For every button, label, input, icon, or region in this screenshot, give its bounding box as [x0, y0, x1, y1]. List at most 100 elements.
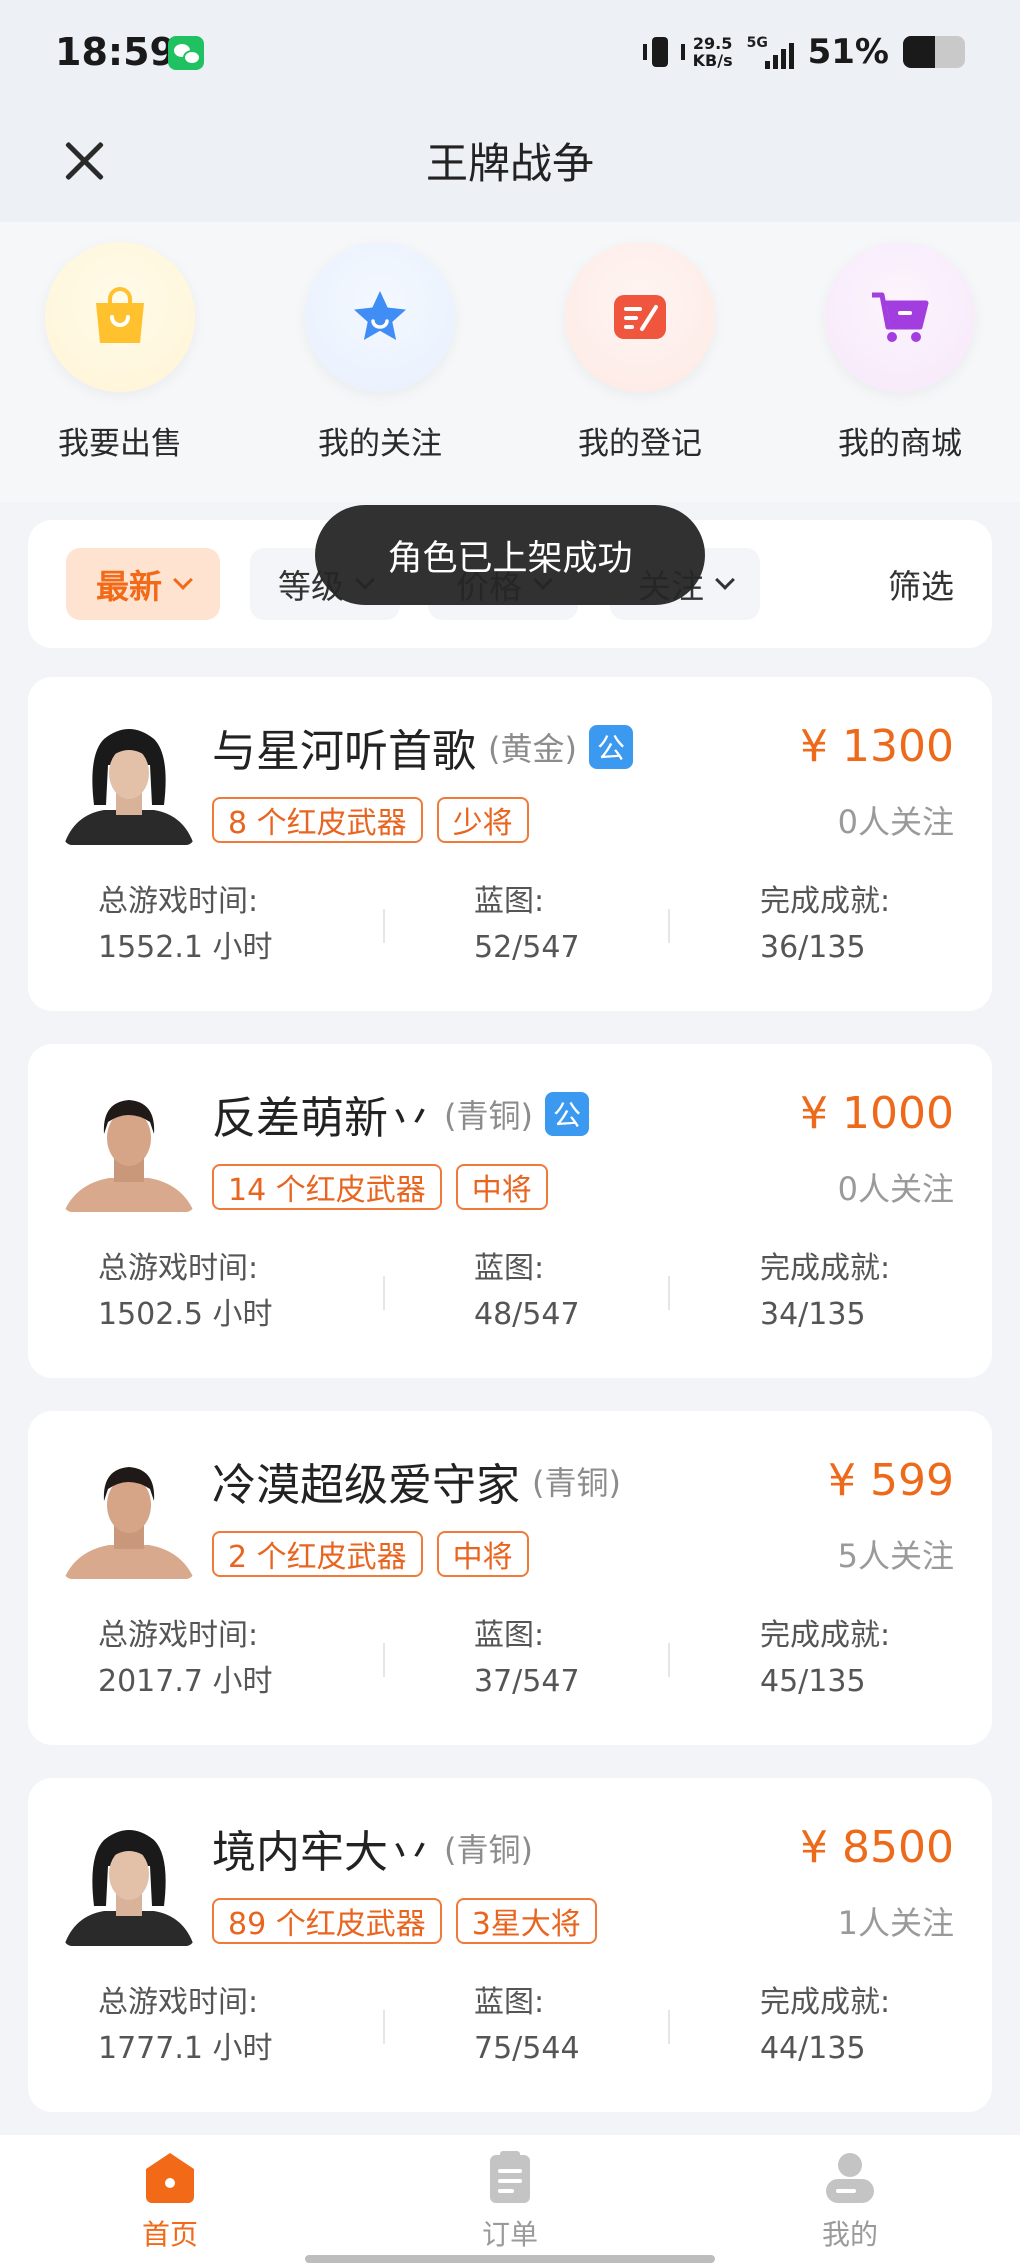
achievement-stat: 完成成就: 36/135 [760, 879, 890, 971]
blueprint-stat: 蓝图: 37/547 [474, 1613, 580, 1705]
stat-value: 2017.7 小时 [98, 1664, 273, 1699]
network-speed: 29.5 KB/s [693, 35, 733, 69]
quick-action-icon-wrap [45, 242, 195, 392]
nav-label: 我的 [821, 2218, 878, 2251]
official-badge: 公 [544, 1092, 589, 1136]
stat-label: 总游戏时间: [98, 884, 259, 919]
quick-action-icon-wrap [565, 242, 715, 392]
stat-divider [383, 1276, 385, 1310]
stat-label: 蓝图: [474, 1618, 545, 1653]
stat-value: 45/135 [760, 1664, 866, 1699]
stat-divider [383, 909, 385, 943]
stat-value: 75/544 [474, 2031, 580, 2066]
character-rank: (青铜) [532, 1464, 621, 1502]
male-character-avatar-icon [64, 1100, 194, 1212]
quick-action-label: 我的商城 [838, 426, 962, 462]
weapons-tag: 14 个红皮武器 [212, 1164, 442, 1210]
follower-count: 0人关注 [837, 1170, 954, 1208]
avatar [64, 1082, 194, 1212]
stat-divider [668, 2010, 670, 2044]
vibrate-icon [641, 35, 685, 69]
chip-label: 最新 [96, 567, 162, 606]
military-rank-tag: 3星大将 [455, 1898, 597, 1944]
follower-count: 5人关注 [837, 1537, 954, 1575]
quick-action-icon-wrap [825, 242, 975, 392]
listing-tags: 89 个红皮武器 3星大将 [212, 1898, 597, 1944]
nav-profile[interactable]: 我的 [770, 2149, 930, 2253]
quick-actions: 我要出售 我的关注 我的登记 我的商城 [0, 222, 1020, 502]
quick-action-follow[interactable]: 我的关注 [280, 242, 480, 463]
status-indicators: 29.5 KB/s 5G 51% [641, 32, 965, 72]
female-character-avatar-icon [64, 1830, 194, 1946]
stat-value: 1552.1 小时 [98, 930, 273, 965]
stat-label: 完成成就: [760, 1985, 891, 2020]
nav-home[interactable]: 首页 [90, 2149, 250, 2253]
stat-divider [668, 1643, 670, 1677]
avatar [64, 1816, 194, 1946]
page-title: 王牌战争 [425, 139, 594, 188]
quick-action-label: 我的登记 [578, 426, 702, 462]
listing-title-row: 反差萌新丷 (青铜) 公 [212, 1082, 589, 1146]
stat-divider [668, 909, 670, 943]
bottom-nav: 首页 订单 我的 [0, 2135, 1020, 2267]
stat-label: 总游戏时间: [98, 1618, 259, 1653]
stat-label: 总游戏时间: [98, 1985, 259, 2020]
stat-label: 蓝图: [474, 1985, 545, 2020]
shopping-bag-icon [96, 287, 144, 343]
title-bar: 王牌战争 [0, 110, 1020, 222]
quick-action-label: 我要出售 [58, 426, 182, 462]
nav-label: 首页 [141, 2218, 198, 2251]
military-rank-tag: 中将 [455, 1164, 548, 1210]
stat-divider [668, 1276, 670, 1310]
network-speed-value: 29.5 [692, 34, 733, 53]
status-bar: 18:59 29.5 KB/s 5G 51% [0, 0, 1020, 110]
stat-value: 37/547 [474, 1664, 580, 1699]
nav-orders[interactable]: 订单 [430, 2149, 590, 2253]
stat-label: 完成成就: [760, 884, 891, 919]
status-time: 18:59 [55, 30, 176, 74]
stat-value: 1777.1 小时 [98, 2031, 273, 2066]
achievement-stat: 完成成就: 44/135 [760, 1980, 890, 2072]
stat-divider [383, 2010, 385, 2044]
follower-count: 0人关注 [837, 803, 954, 841]
profile-icon [822, 2149, 878, 2205]
character-name: 境内牢大丷 [212, 1827, 432, 1878]
quick-action-mall[interactable]: 我的商城 [800, 242, 1000, 463]
quick-action-register[interactable]: 我的登记 [540, 242, 740, 463]
character-rank: (青铜) [444, 1831, 533, 1869]
playtime-stat: 总游戏时间: 1502.5 小时 [98, 1246, 273, 1338]
listing-title-row: 冷漠超级爱守家 (青铜) [212, 1449, 621, 1513]
character-name: 冷漠超级爱守家 [212, 1460, 520, 1511]
sort-chip-latest[interactable]: 最新 [66, 548, 220, 620]
stat-label: 完成成就: [760, 1618, 891, 1653]
stat-label: 完成成就: [760, 1251, 891, 1286]
star-icon [354, 291, 406, 340]
signal-icon: 5G [747, 35, 794, 69]
follower-count: 1人关注 [837, 1904, 954, 1942]
listing-card[interactable]: 与星河听首歌 (黄金) 公 8 个红皮武器 少将 ¥ 1300 0人关注 总游戏… [28, 677, 992, 1011]
listing-card[interactable]: 境内牢大丷 (青铜) 89 个红皮武器 3星大将 ¥ 8500 1人关注 总游戏… [28, 1778, 992, 2112]
listing-price: ¥ 1000 [800, 1088, 954, 1139]
listing-price: ¥ 599 [828, 1455, 954, 1506]
stat-divider [383, 1643, 385, 1677]
quick-action-sell[interactable]: 我要出售 [20, 242, 220, 463]
chevron-down-icon [173, 570, 193, 590]
filter-button[interactable]: 筛选 [888, 560, 954, 608]
character-name: 反差萌新丷 [212, 1093, 432, 1144]
listing-card[interactable]: 反差萌新丷 (青铜) 公 14 个红皮武器 中将 ¥ 1000 0人关注 总游戏… [28, 1044, 992, 1378]
stat-value: 44/135 [760, 2031, 866, 2066]
gesture-home-bar[interactable] [305, 2255, 715, 2263]
quick-action-label: 我的关注 [318, 426, 442, 462]
avatar [64, 715, 194, 845]
listing-tags: 14 个红皮武器 中将 [212, 1164, 548, 1210]
playtime-stat: 总游戏时间: 1777.1 小时 [98, 1980, 273, 2072]
character-rank: (黄金) [488, 730, 577, 768]
stat-value: 48/547 [474, 1297, 580, 1332]
military-rank-tag: 中将 [436, 1531, 529, 1577]
toast-message: 角色已上架成功 [315, 505, 705, 605]
stat-value: 36/135 [760, 930, 866, 965]
male-character-avatar-icon [64, 1467, 194, 1579]
listing-price: ¥ 1300 [800, 721, 954, 772]
blueprint-stat: 蓝图: 75/544 [474, 1980, 580, 2072]
listing-card[interactable]: 冷漠超级爱守家 (青铜) 2 个红皮武器 中将 ¥ 599 5人关注 总游戏时间… [28, 1411, 992, 1745]
